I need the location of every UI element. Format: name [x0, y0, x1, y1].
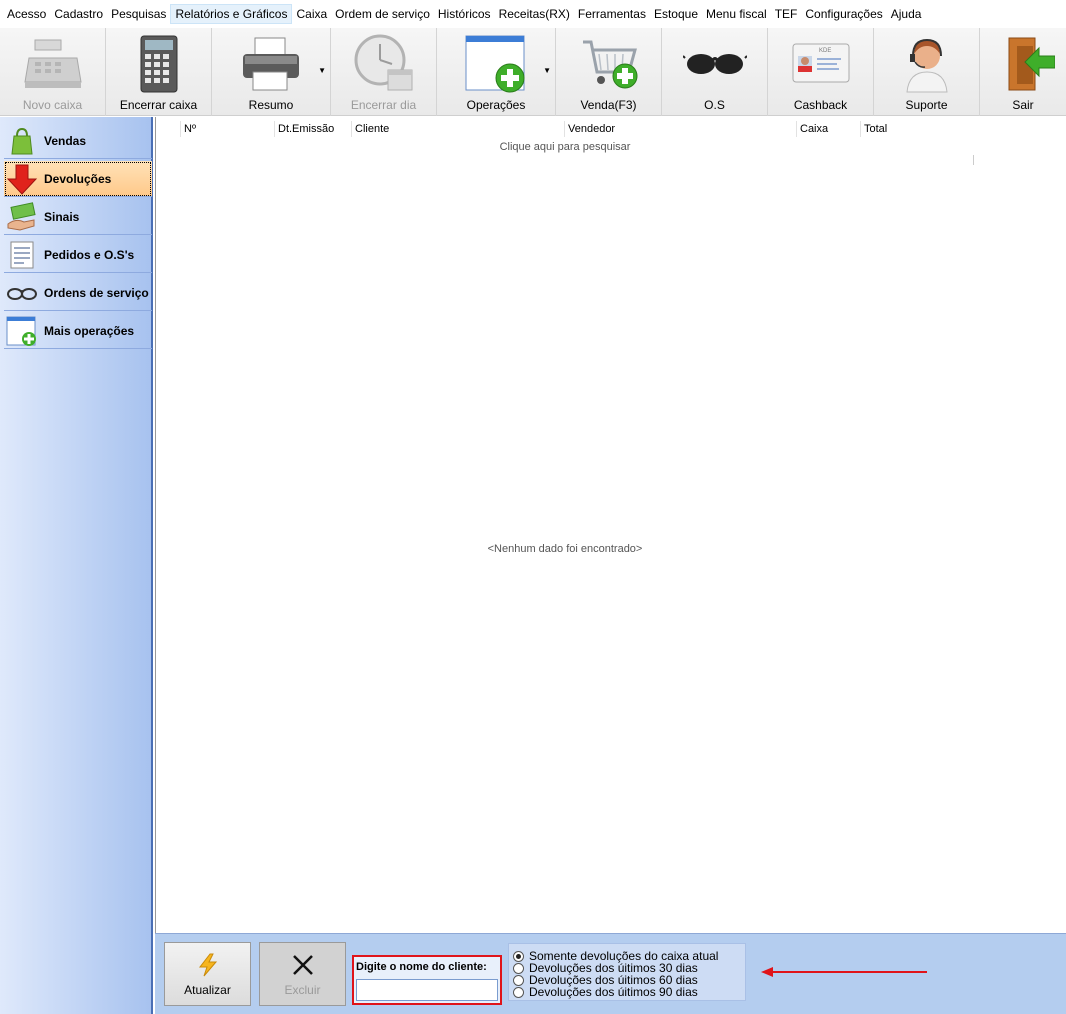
sidebar-item-label: Ordens de serviço	[44, 285, 149, 300]
excluir-button[interactable]: Excluir	[259, 942, 346, 1006]
atualizar-button[interactable]: Atualizar	[164, 942, 251, 1006]
period-filter-group: Somente devoluções do caixa atual Devolu…	[508, 943, 746, 1001]
excluir-label: Excluir	[284, 983, 321, 997]
column-header-dt-emissao[interactable]: Dt.Emissão	[274, 121, 351, 137]
sidebar-item-label: Pedidos e O.S's	[44, 247, 135, 262]
client-search-box: Digite o nome do cliente:	[352, 955, 502, 1005]
printer-icon	[243, 37, 299, 91]
radio-unselected-icon	[513, 974, 524, 986]
window-add-icon	[465, 35, 525, 93]
search-row-hint[interactable]: Clique aqui para pesquisar	[156, 141, 974, 153]
column-header-cliente[interactable]: Cliente	[351, 121, 564, 137]
menu-bar: Acesso Cadastro Pesquisas Relatórios e G…	[0, 0, 1066, 28]
menu-historicos[interactable]: Históricos	[434, 4, 495, 24]
close-icon	[292, 955, 313, 975]
support-agent-icon	[905, 38, 948, 93]
sair-button[interactable]: Sair	[980, 28, 1066, 116]
menu-cadastro[interactable]: Cadastro	[50, 4, 107, 24]
venda-button[interactable]: Venda(F3)	[556, 28, 662, 116]
os-label: O.S	[704, 98, 725, 112]
encerrar-dia-button[interactable]: Encerrar dia	[331, 28, 437, 116]
menu-ordem-servico[interactable]: Ordem de serviço	[331, 4, 434, 24]
menu-receitas[interactable]: Receitas(RX)	[495, 4, 574, 24]
window-add-icon	[4, 314, 40, 348]
menu-ferramentas[interactable]: Ferramentas	[574, 4, 650, 24]
client-name-input[interactable]	[356, 979, 498, 1001]
lightning-icon	[198, 953, 217, 977]
encerrar-caixa-button[interactable]: Encerrar caixa	[106, 28, 212, 116]
operacoes-label: Operações	[466, 98, 526, 112]
menu-fiscal[interactable]: Menu fiscal	[702, 4, 771, 24]
cash-register-icon	[23, 39, 82, 88]
exit-door-icon	[1008, 37, 1055, 91]
sair-label: Sair	[1012, 98, 1034, 112]
shopping-cart-add-icon	[582, 40, 637, 89]
menu-configuracoes[interactable]: Configurações	[801, 4, 886, 24]
resumo-label: Resumo	[248, 98, 294, 112]
menu-tef[interactable]: TEF	[771, 4, 802, 24]
menu-caixa[interactable]: Caixa	[292, 4, 331, 24]
arrow-down-icon	[4, 162, 40, 196]
column-header-numero[interactable]: Nº	[180, 121, 274, 137]
sidebar-item-label: Vendas	[44, 133, 87, 148]
sidebar-item-label: Mais operações	[44, 323, 135, 338]
chevron-down-icon[interactable]: ▼	[318, 66, 326, 75]
radio-unselected-icon	[513, 962, 524, 974]
radio-selected-icon	[513, 950, 524, 962]
shopping-bag-icon	[4, 124, 40, 158]
radio-unselected-icon	[513, 986, 524, 998]
operacoes-button[interactable]: ▼ Operações	[437, 28, 556, 116]
novo-caixa-button[interactable]: Novo caixa	[0, 28, 106, 116]
toolbar: Novo caixa Encerrar caixa ▼ Resumo Encer…	[0, 28, 1066, 116]
clock-calendar-icon	[354, 34, 412, 91]
glasses-icon	[4, 276, 40, 310]
menu-relatorios-graficos[interactable]: Relatórios e Gráficos	[170, 4, 293, 24]
menu-estoque[interactable]: Estoque	[650, 4, 702, 24]
column-divider	[973, 155, 974, 165]
menu-pesquisas[interactable]: Pesquisas	[107, 4, 170, 24]
os-button[interactable]: O.S	[662, 28, 768, 116]
radio-90-dias[interactable]: Devoluções dos úitimos 90 dias	[513, 985, 698, 999]
menu-acesso[interactable]: Acesso	[3, 4, 50, 24]
devolucoes-grid[interactable]: Nº Dt.Emissão Cliente Vendedor Caixa Tot…	[155, 117, 1066, 933]
red-arrow-annotation-icon	[761, 967, 927, 977]
radio-label: Devoluções dos úitimos 90 dias	[529, 985, 698, 999]
resumo-button[interactable]: ▼ Resumo	[212, 28, 331, 116]
suporte-label: Suporte	[905, 98, 948, 112]
suporte-button[interactable]: Suporte	[874, 28, 980, 116]
glasses-icon	[682, 54, 747, 74]
sidebar-item-label: Devoluções	[44, 171, 112, 186]
encerrar-caixa-label: Encerrar caixa	[119, 98, 198, 112]
column-header-total[interactable]: Total	[860, 121, 974, 137]
column-header-vendedor[interactable]: Vendedor	[564, 121, 796, 137]
venda-label: Venda(F3)	[580, 98, 637, 112]
sidebar-item-label: Sinais	[44, 209, 80, 224]
chevron-down-icon[interactable]: ▼	[543, 66, 551, 75]
sidebar-item-sinais[interactable]: Sinais	[4, 199, 152, 235]
grid-header: Nº Dt.Emissão Cliente Vendedor Caixa Tot…	[156, 117, 1066, 139]
card-text: KDE	[819, 48, 831, 54]
atualizar-label: Atualizar	[184, 983, 231, 997]
empty-state-text: <Nenhum dado foi encontrado>	[487, 543, 643, 555]
column-header-caixa[interactable]: Caixa	[796, 121, 860, 137]
novo-caixa-label: Novo caixa	[22, 98, 83, 112]
sidebar: Vendas Devoluções Sinais Pedidos e O.S's…	[0, 117, 153, 1014]
money-hand-icon	[4, 200, 40, 234]
cashback-button[interactable]: KDE Cashback	[768, 28, 874, 116]
bottom-panel: Atualizar Excluir Digite o nome do clien…	[155, 933, 1066, 1014]
client-search-label: Digite o nome do cliente:	[356, 961, 487, 973]
menu-ajuda[interactable]: Ajuda	[887, 4, 926, 24]
sidebar-item-vendas[interactable]: Vendas	[4, 123, 152, 159]
calculator-icon	[140, 35, 177, 93]
sidebar-item-devolucoes[interactable]: Devoluções	[4, 161, 152, 197]
sidebar-item-ordens-servico[interactable]: Ordens de serviço	[4, 275, 152, 311]
id-card-icon: KDE	[792, 43, 849, 83]
encerrar-dia-label: Encerrar dia	[350, 98, 417, 112]
sidebar-item-pedidos[interactable]: Pedidos e O.S's	[4, 237, 152, 273]
document-list-icon	[4, 238, 40, 272]
cashback-label: Cashback	[793, 98, 848, 112]
sidebar-item-mais-operacoes[interactable]: Mais operações	[4, 313, 152, 349]
